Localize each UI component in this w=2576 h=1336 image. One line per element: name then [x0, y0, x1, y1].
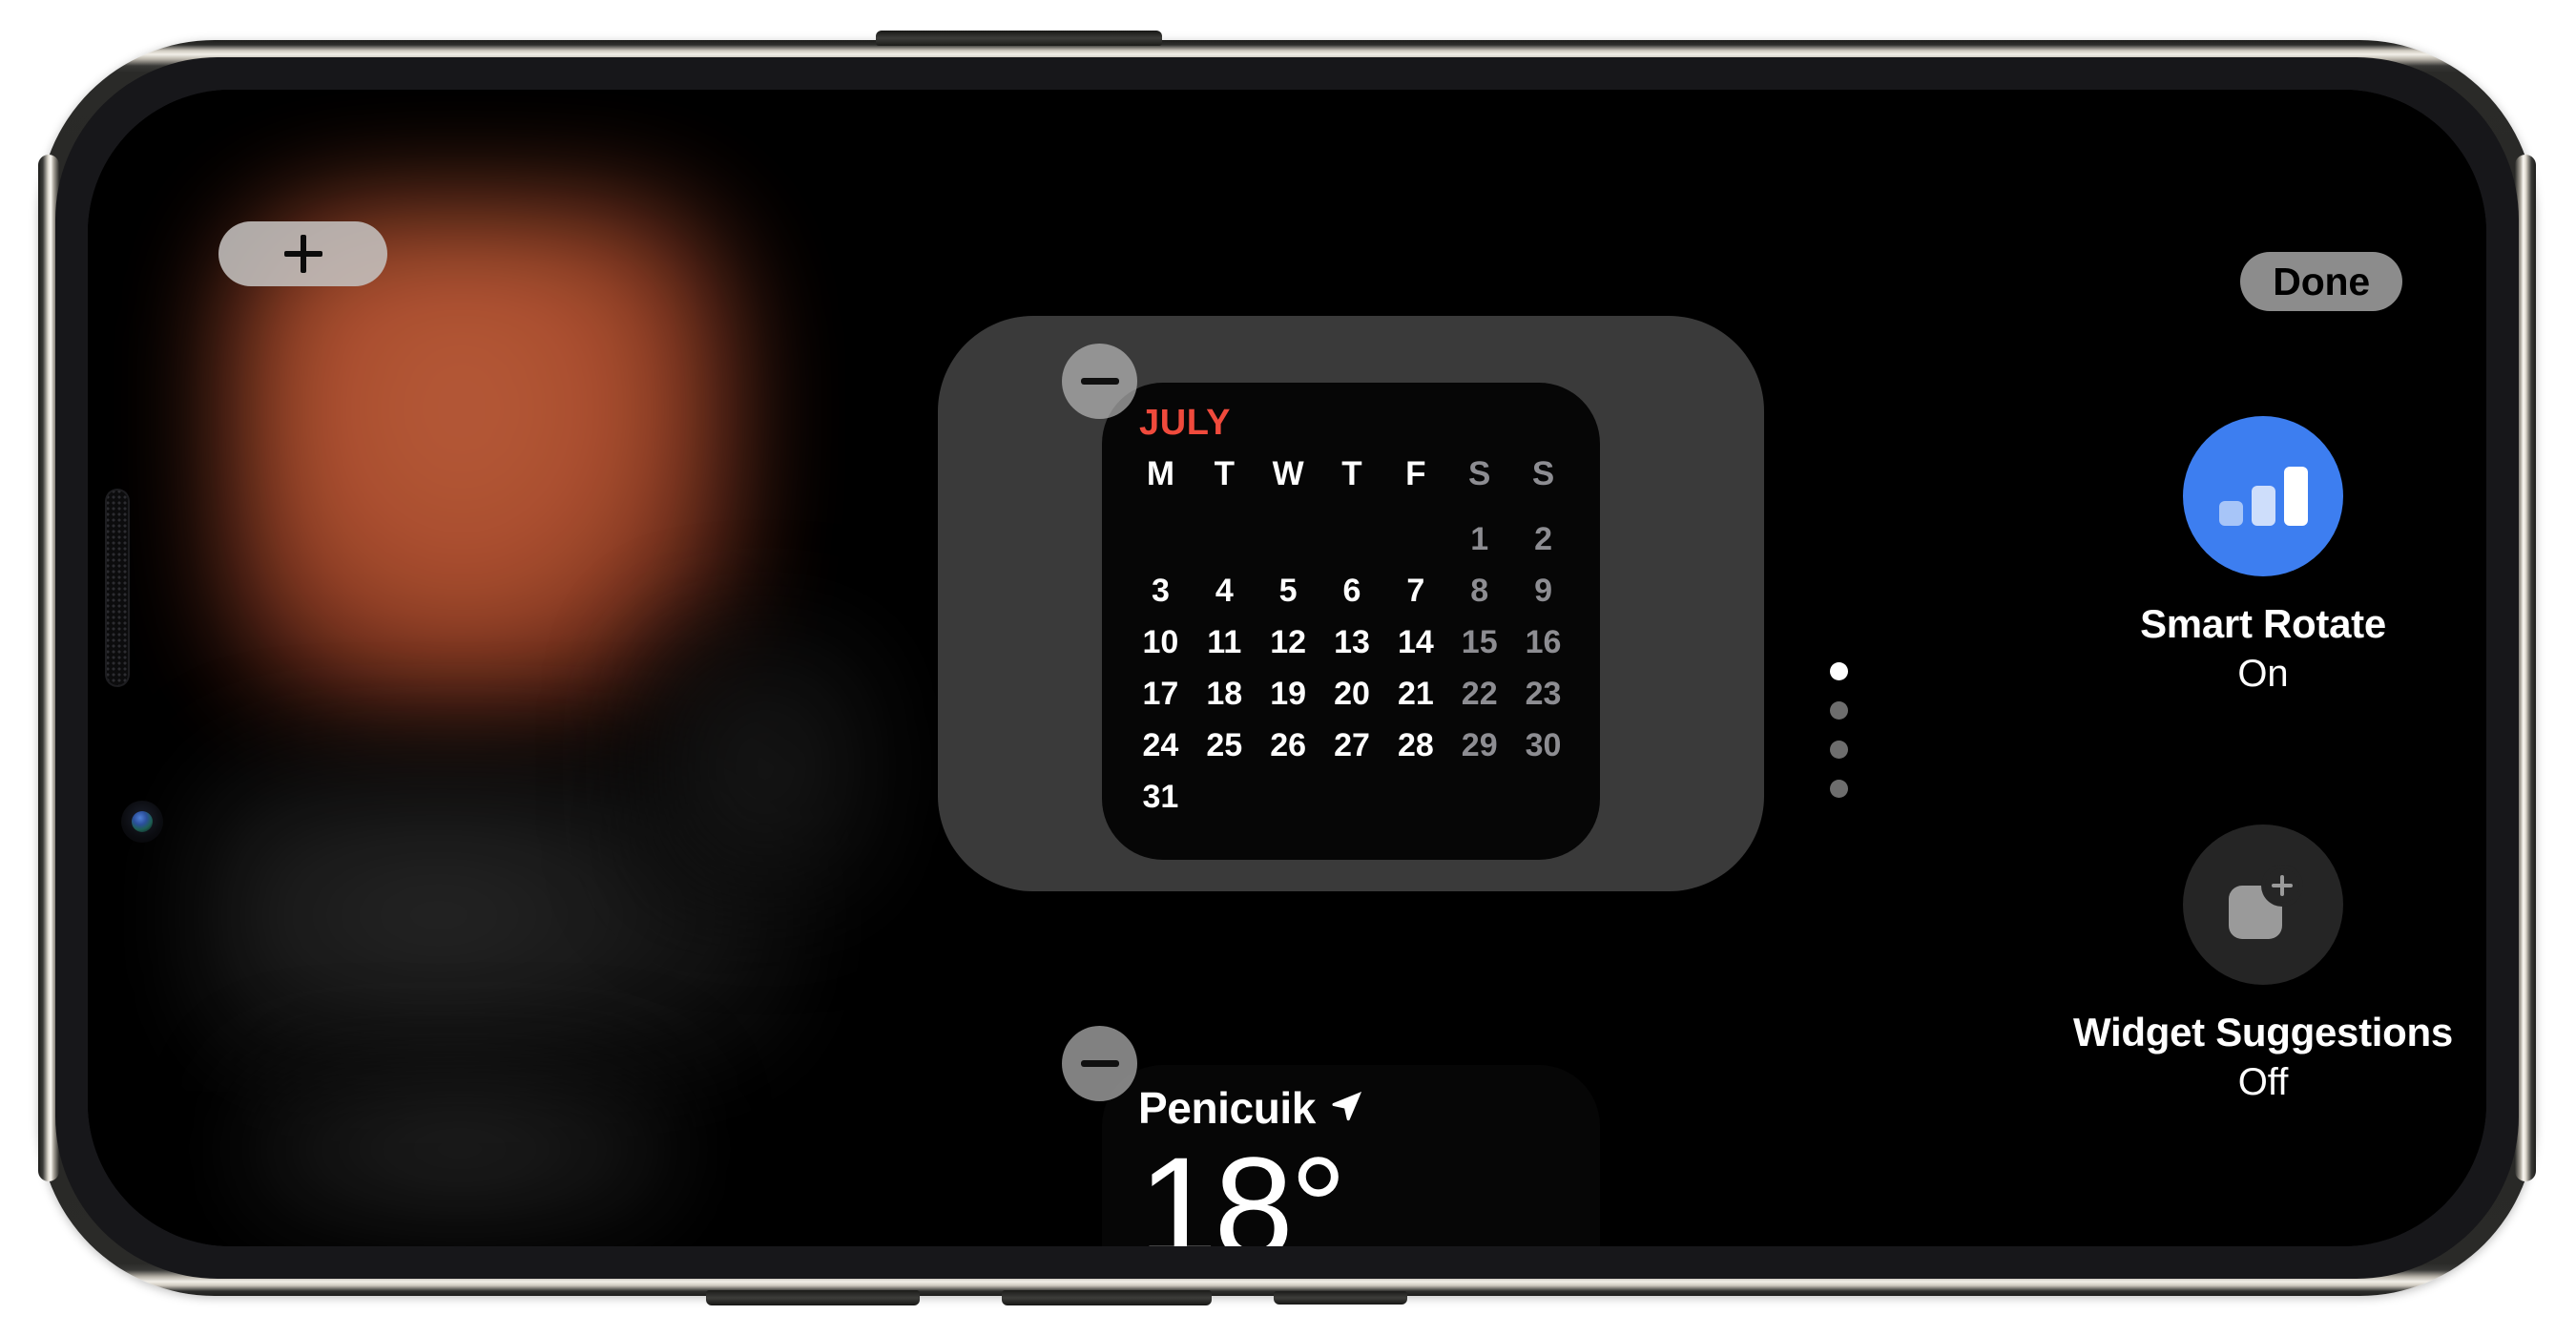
calendar-day: 19 — [1270, 676, 1307, 712]
calendar-weekday-header: W — [1272, 455, 1304, 492]
plus-icon — [283, 235, 322, 273]
device-bezel: Done JULY MTWTFSS.....123456789101112131… — [55, 57, 2519, 1279]
calendar-weekday-header: S — [1531, 455, 1555, 492]
calendar-widget[interactable]: JULY MTWTFSS.....12345678910111213141516… — [1102, 383, 1600, 860]
calendar-day: 20 — [1334, 676, 1370, 712]
calendar-day-blank: . — [1257, 518, 1320, 560]
calendar-day: 27 — [1334, 727, 1370, 763]
calendar-day-blank: . — [1320, 518, 1384, 560]
minus-icon — [1080, 1060, 1119, 1067]
calendar-day: 25 — [1206, 727, 1243, 763]
calendar-day: 9 — [1534, 573, 1553, 609]
calendar-weekday-header: T — [1214, 455, 1235, 492]
calendar-day-blank: . — [1193, 518, 1257, 560]
calendar-day: 24 — [1142, 727, 1179, 763]
calendar-day-today: 14 — [1383, 621, 1447, 663]
action-button[interactable] — [1274, 1291, 1407, 1305]
calendar-day: 6 — [1342, 573, 1361, 609]
iphone-device-frame: Done JULY MTWTFSS.....123456789101112131… — [38, 31, 2536, 1305]
calendar-weekday-header: M — [1146, 455, 1174, 492]
weather-header: Penicuik — [1138, 1082, 1365, 1134]
calendar-day: 21 — [1397, 676, 1434, 712]
calendar-day: 10 — [1142, 624, 1179, 660]
smart-rotate-title: Smart Rotate — [2140, 601, 2386, 646]
calendar-day: 3 — [1151, 573, 1170, 609]
calendar-day: 5 — [1278, 573, 1298, 609]
minus-icon — [1080, 378, 1119, 385]
smart-rotate-control[interactable]: Smart Rotate On — [1958, 416, 2486, 696]
remove-weather-widget-button[interactable] — [1062, 1026, 1137, 1101]
page-dot[interactable] — [1830, 741, 1848, 759]
front-camera-icon — [121, 801, 163, 843]
page-dot[interactable] — [1830, 662, 1848, 680]
calendar-weekday-header: S — [1468, 455, 1491, 492]
volume-up-button[interactable] — [706, 1290, 920, 1305]
calendar-day: 7 — [1406, 573, 1425, 609]
earpiece-speaker — [105, 489, 130, 687]
calendar-day: 2 — [1534, 521, 1553, 557]
weather-city-label: Penicuik — [1138, 1083, 1316, 1133]
calendar-day: 17 — [1142, 676, 1179, 712]
calendar-grid: MTWTFSS.....1234567891011121314151617181… — [1129, 455, 1575, 818]
calendar-weekday-header: F — [1405, 455, 1426, 492]
widget-add-icon — [2227, 866, 2302, 941]
calendar-day-blank: . — [1383, 518, 1447, 560]
calendar-day: 8 — [1470, 573, 1489, 609]
blurred-widget-dark-2 — [240, 1063, 679, 1235]
widget-suggestions-control[interactable]: Widget Suggestions Off — [1958, 825, 2486, 1104]
calendar-month-label: JULY — [1139, 403, 1232, 443]
weather-widget[interactable]: Penicuik 18° — [1102, 1065, 1600, 1246]
smart-rotate-toggle-circle[interactable] — [2183, 416, 2343, 576]
device-screen: Done JULY MTWTFSS.....123456789101112131… — [88, 90, 2486, 1246]
widget-suggestions-title: Widget Suggestions — [2073, 1010, 2453, 1054]
calendar-weekday-header: T — [1341, 455, 1362, 492]
calendar-day: 16 — [1525, 624, 1562, 660]
calendar-day: 28 — [1397, 727, 1434, 763]
calendar-day: 12 — [1270, 624, 1307, 660]
screenshot-stage: Done JULY MTWTFSS.....123456789101112131… — [0, 0, 2576, 1336]
bar-chart-icon — [2218, 467, 2308, 526]
calendar-day: 23 — [1525, 676, 1562, 712]
calendar-day: 30 — [1525, 727, 1562, 763]
done-button[interactable]: Done — [2240, 252, 2402, 311]
calendar-day: 29 — [1461, 727, 1498, 763]
blurred-widget-dark-3 — [641, 624, 889, 910]
calendar-day-blank: . — [1129, 518, 1193, 560]
volume-down-button[interactable] — [1002, 1290, 1212, 1305]
calendar-day: 11 — [1207, 624, 1242, 660]
weather-temperature: 18° — [1138, 1127, 1347, 1246]
power-button[interactable] — [876, 31, 1162, 46]
calendar-day: 26 — [1270, 727, 1307, 763]
calendar-day: 13 — [1334, 624, 1370, 660]
page-dot[interactable] — [1830, 780, 1848, 798]
add-widget-button[interactable] — [218, 221, 387, 286]
calendar-day: 31 — [1142, 779, 1179, 815]
widget-suggestions-toggle-circle[interactable] — [2183, 825, 2343, 985]
page-dot[interactable] — [1830, 701, 1848, 720]
smart-rotate-state: On — [2237, 653, 2289, 695]
calendar-day: 1 — [1470, 521, 1489, 557]
calendar-day: 18 — [1206, 676, 1243, 712]
remove-calendar-widget-button[interactable] — [1062, 344, 1137, 419]
calendar-day: 22 — [1461, 676, 1498, 712]
widget-suggestions-state: Off — [2237, 1061, 2289, 1103]
calendar-day: 15 — [1461, 624, 1498, 660]
page-indicator[interactable] — [1830, 662, 1848, 798]
calendar-day: 4 — [1215, 573, 1234, 609]
location-arrow-icon — [1329, 1088, 1365, 1129]
